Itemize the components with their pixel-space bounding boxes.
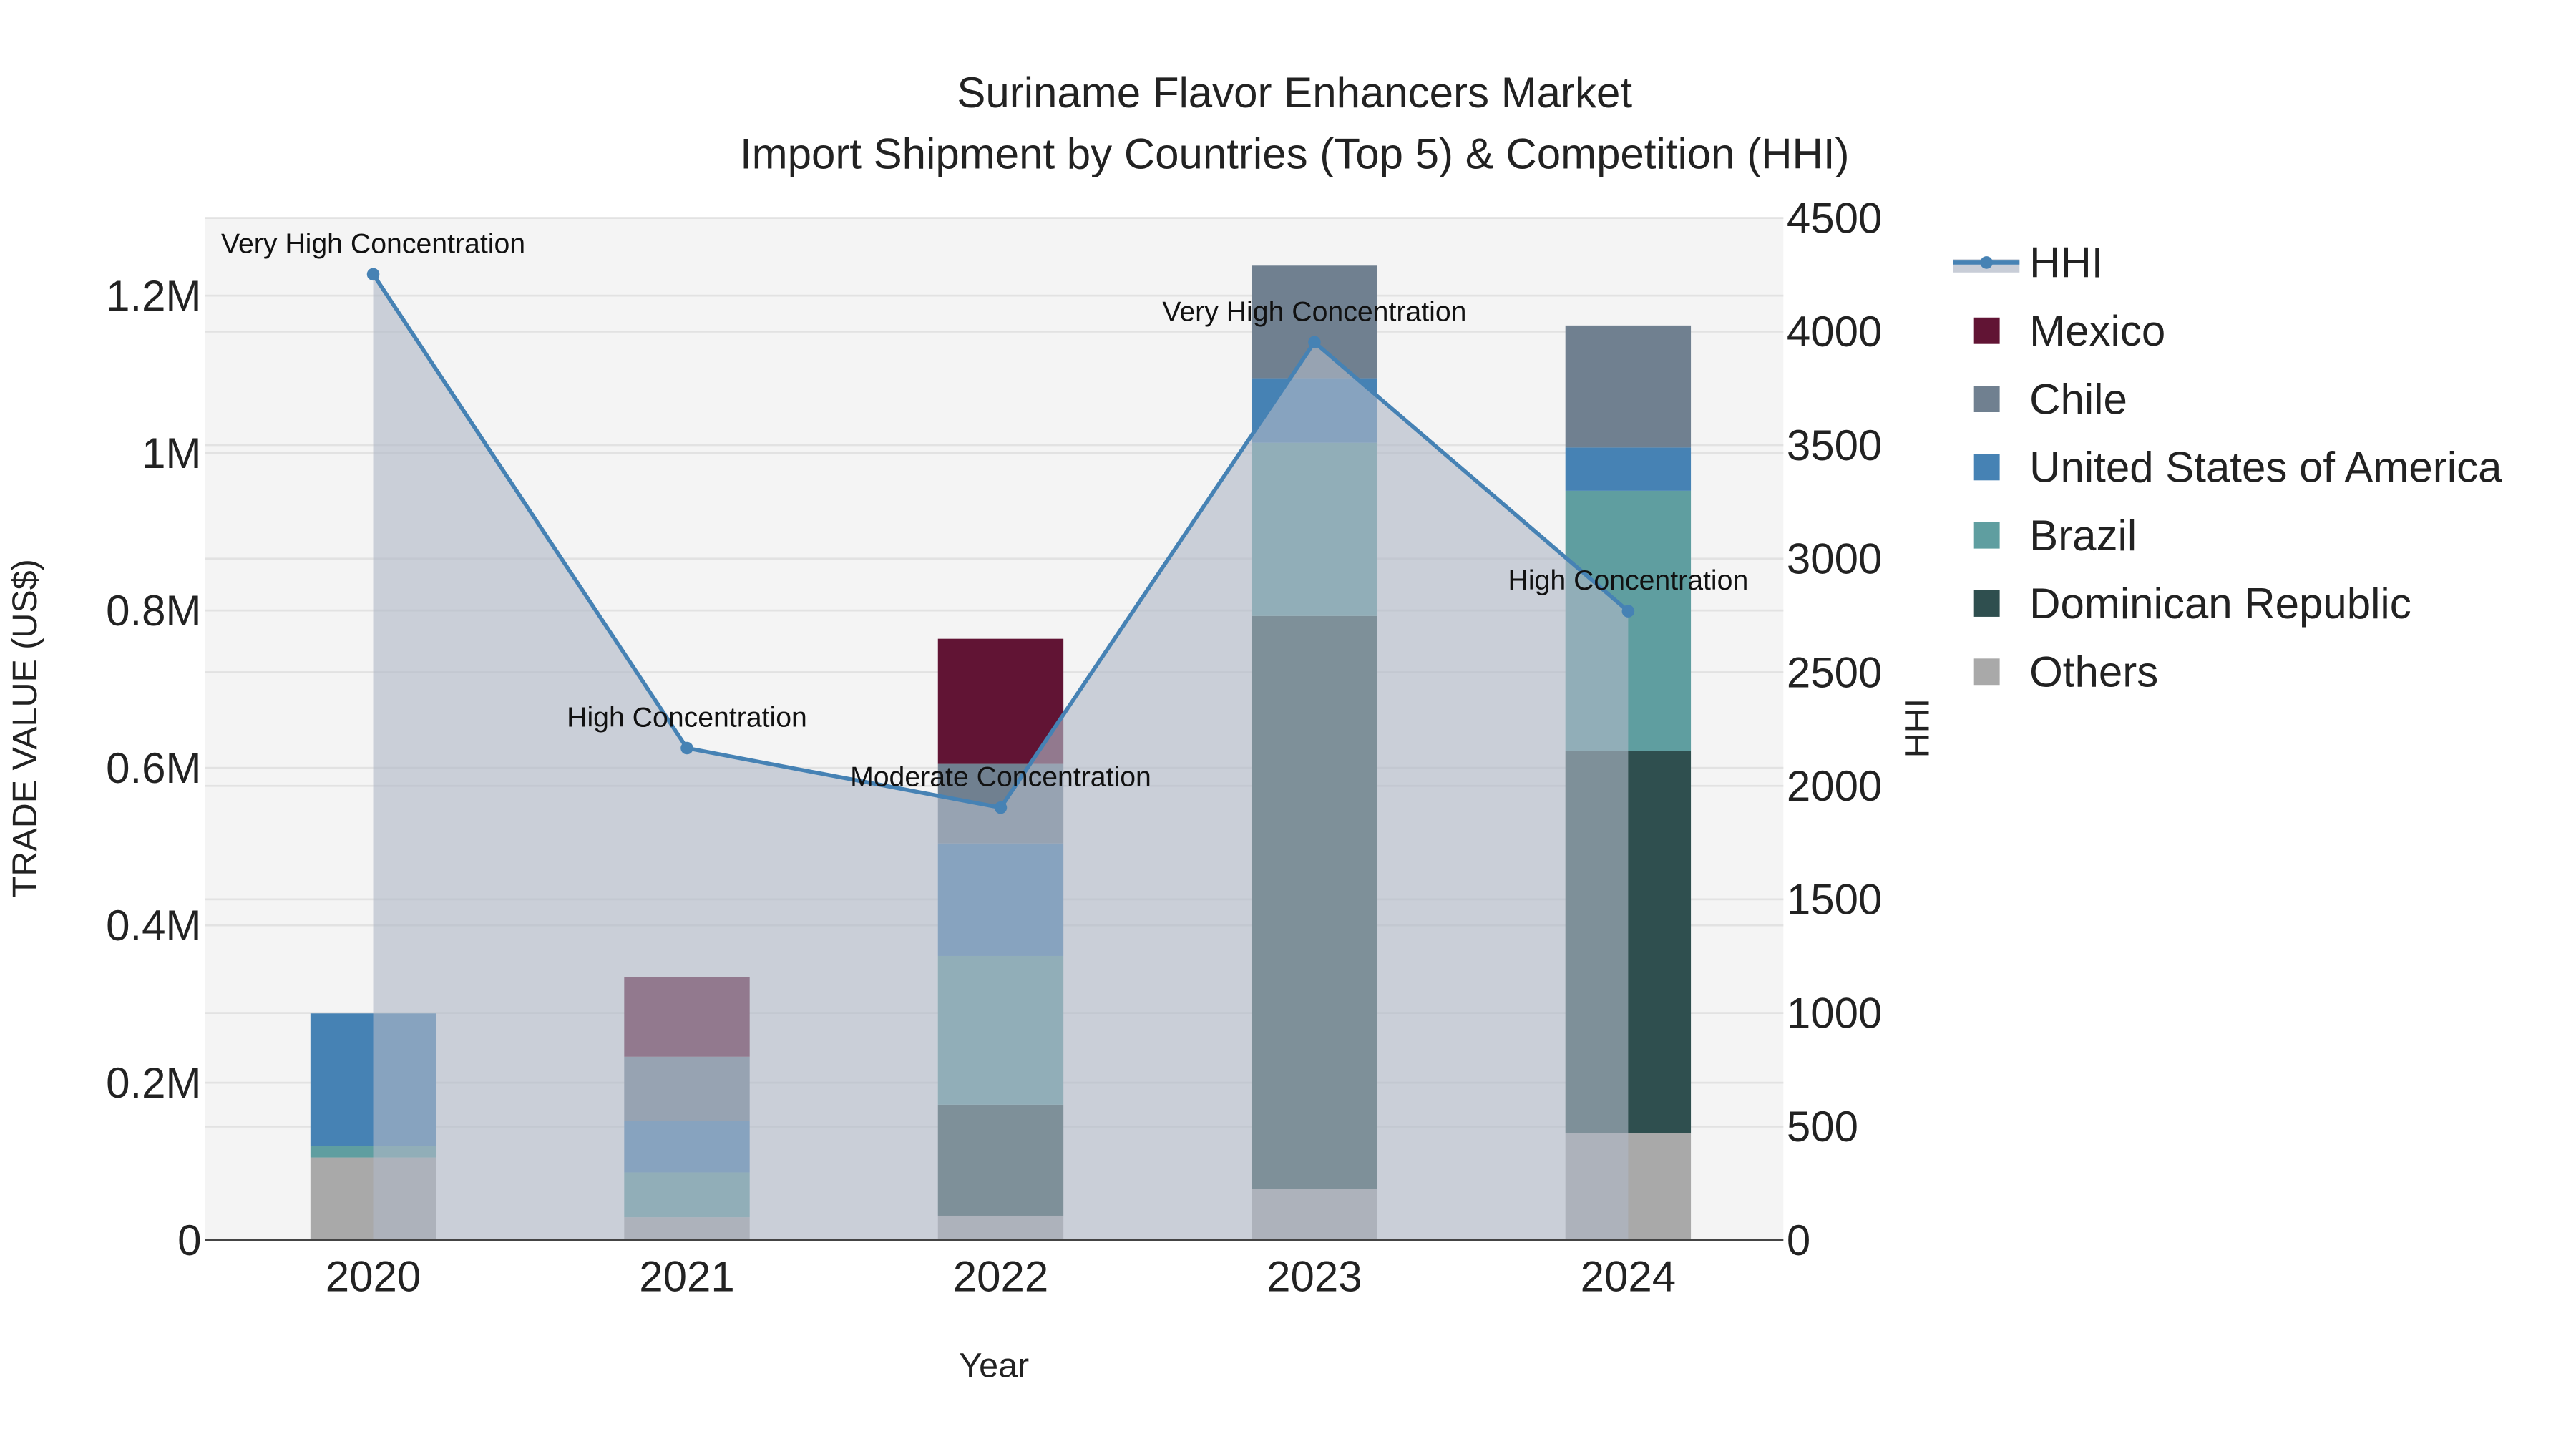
x-tick-label: 2020 (326, 1253, 421, 1301)
legend-label: Dominican Republic (2029, 580, 2411, 628)
x-tick-label: 2023 (1267, 1253, 1362, 1301)
legend-label: United States of America (2029, 444, 2502, 492)
y-tick-label: 0.6M (106, 744, 201, 792)
y2-tick-label: 1000 (1787, 989, 1882, 1037)
x-tick-label: 2024 (1581, 1253, 1676, 1301)
legend-swatch (1973, 386, 2000, 412)
y2-tick-label: 0 (1787, 1216, 1810, 1264)
legend-label: Chile (2029, 375, 2127, 423)
chart: Very High Concentration High Concentratio… (0, 0, 2576, 1449)
y2-tick-label: 4500 (1787, 194, 1882, 242)
y-tick-label: 0.8M (106, 587, 201, 635)
hhi-annotation: High Concentration (567, 702, 807, 733)
y-tick-label: 0.2M (106, 1059, 201, 1107)
chart-subtitle: Import Shipment by Countries (Top 5) & C… (740, 130, 1850, 177)
legend-swatch (1973, 590, 2000, 617)
x-tick-label: 2021 (639, 1253, 734, 1301)
y-tick-label: 1.2M (106, 272, 201, 320)
hhi-annotation: Very High Concentration (221, 228, 525, 259)
bar-chile (1565, 325, 1692, 448)
legend-marker-hhi (1980, 256, 1993, 269)
legend-label: Mexico (2029, 307, 2165, 355)
x-axis-title: Year (959, 1347, 1029, 1385)
hhi-point (994, 801, 1008, 814)
hhi-point (1621, 605, 1635, 618)
legend-label: Brazil (2029, 512, 2137, 560)
hhi-annotation: Moderate Concentration (850, 761, 1151, 793)
hhi-point (366, 268, 380, 281)
y-tick-label: 1M (142, 429, 201, 477)
hhi-annotation: High Concentration (1508, 565, 1749, 596)
y2-tick-label: 3500 (1787, 421, 1882, 469)
y2-tick-label: 2000 (1787, 762, 1882, 810)
bar-united-states-of-america (1565, 447, 1692, 491)
legend-label: Others (2029, 648, 2158, 696)
y2-tick-label: 3000 (1787, 535, 1882, 583)
legend-label: HHI (2029, 239, 2103, 287)
hhi-point (680, 741, 693, 755)
legend-swatch (1973, 454, 2000, 481)
chart-title: Suriname Flavor Enhancers Market (957, 69, 1632, 117)
y-axis-title: TRADE VALUE (US$) (6, 559, 44, 897)
y2-tick-label: 500 (1787, 1103, 1858, 1151)
y2-tick-label: 1500 (1787, 876, 1882, 924)
hhi-annotation: Very High Concentration (1162, 296, 1466, 327)
y2-tick-label: 4000 (1787, 308, 1882, 356)
legend-swatch (1973, 522, 2000, 549)
legend-swatch (1973, 317, 2000, 344)
y-tick-label: 0 (177, 1216, 201, 1264)
y-tick-label: 0.4M (106, 902, 201, 950)
y2-tick-label: 2500 (1787, 648, 1882, 696)
hhi-point (1308, 336, 1321, 349)
y2-axis-title: HHI (1898, 698, 1936, 758)
x-tick-label: 2022 (953, 1253, 1048, 1301)
legend-swatch (1973, 658, 2000, 686)
